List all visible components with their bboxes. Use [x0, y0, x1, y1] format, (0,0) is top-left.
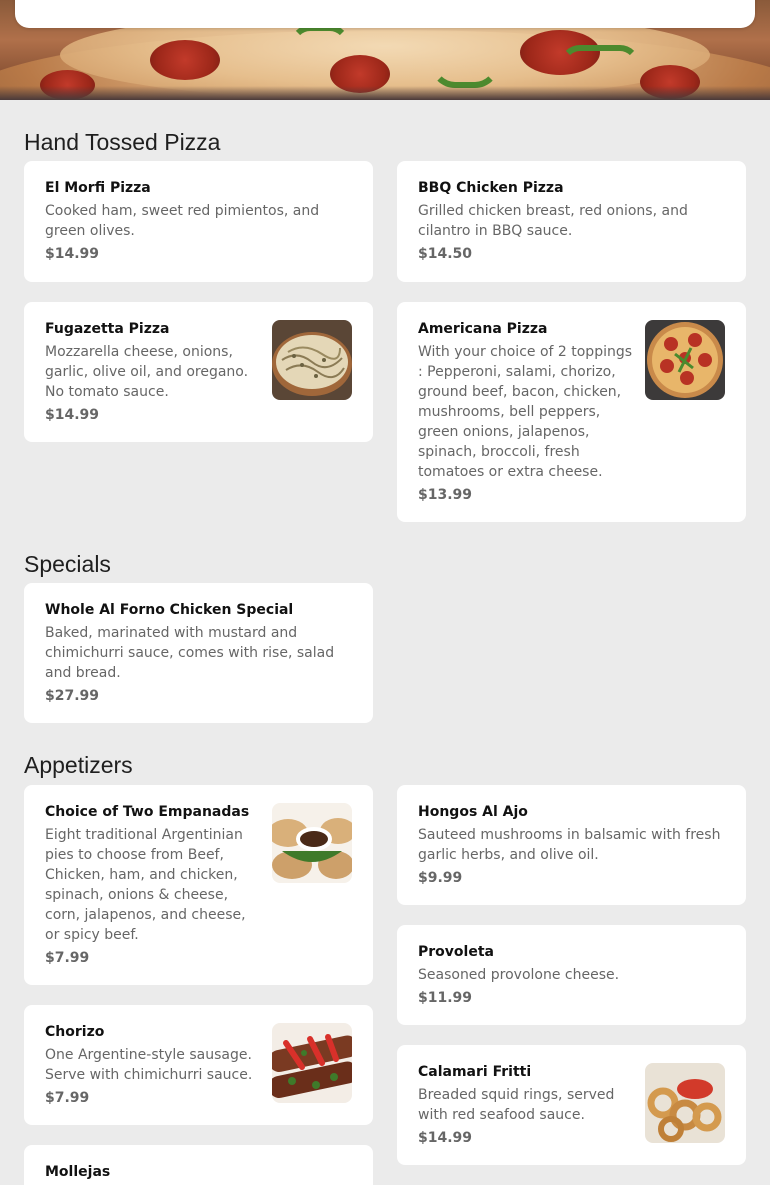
item-description: Grilled chicken breast, red onions, and …	[418, 203, 688, 239]
item-name: Provoleta	[418, 944, 494, 960]
item-description: One Argentine-style sausage. Serve with …	[45, 1047, 253, 1083]
item-price: $7.99	[45, 950, 90, 966]
section-title-specials: Specials	[24, 551, 111, 577]
item-name: Mollejas	[45, 1164, 111, 1180]
item-price: $14.99	[45, 407, 100, 423]
item-description: With your choice of 2 toppings : Peppero…	[418, 344, 633, 480]
item-description: Seasoned provolone cheese.	[418, 967, 620, 983]
item-description: Mozzarella cheese, onions, garlic, olive…	[45, 344, 249, 400]
item-description: Baked, marinated with mustard and chimic…	[45, 625, 335, 681]
item-price: $13.99	[418, 487, 473, 503]
item-name: Calamari Fritti	[418, 1064, 532, 1080]
menu-item-mollejas[interactable]: Mollejas	[24, 1145, 373, 1185]
menu-item-chorizo[interactable]: Chorizo One Argentine-style sausage. Ser…	[24, 1005, 373, 1125]
item-description: Eight traditional Argentinian pies to ch…	[45, 827, 246, 943]
item-price: $14.50	[418, 246, 473, 262]
section-title-hand-tossed-pizza: Hand Tossed Pizza	[24, 129, 221, 155]
item-name: Americana Pizza	[418, 321, 548, 337]
menu-item-provoleta[interactable]: Provoleta Seasoned provolone cheese. $11…	[397, 925, 746, 1025]
item-description: Sauteed mushrooms in balsamic with fresh…	[418, 827, 721, 863]
section-title-appetizers: Appetizers	[24, 752, 133, 778]
item-name: Choice of Two Empanadas	[45, 804, 250, 820]
item-price: $14.99	[45, 246, 100, 262]
pepperoni-pizza-photo	[645, 320, 725, 400]
fugazetta-pizza-photo	[272, 320, 352, 400]
item-name: Fugazetta Pizza	[45, 321, 170, 337]
item-price: $9.99	[418, 870, 463, 886]
item-name: Hongos Al Ajo	[418, 804, 528, 820]
item-description: Breaded squid rings, served with red sea…	[418, 1087, 615, 1123]
item-price: $11.99	[418, 990, 473, 1006]
item-price: $27.99	[45, 688, 100, 704]
item-price: $7.99	[45, 1090, 90, 1106]
menu-item-whole-al-forno-chicken-special[interactable]: Whole Al Forno Chicken Special Baked, ma…	[24, 583, 373, 723]
menu-item-americana-pizza[interactable]: Americana Pizza With your choice of 2 to…	[397, 302, 746, 522]
header-card	[15, 0, 755, 28]
chorizo-photo	[272, 1023, 352, 1103]
menu-item-fugazetta-pizza[interactable]: Fugazetta Pizza Mozzarella cheese, onion…	[24, 302, 373, 442]
item-name: Whole Al Forno Chicken Special	[45, 602, 294, 618]
empanadas-photo	[272, 803, 352, 883]
menu-item-calamari-fritti[interactable]: Calamari Fritti Breaded squid rings, ser…	[397, 1045, 746, 1165]
menu-item-el-morfi-pizza[interactable]: El Morfi Pizza Cooked ham, sweet red pim…	[24, 161, 373, 282]
item-price: $14.99	[418, 1130, 473, 1146]
item-name: Chorizo	[45, 1024, 105, 1040]
item-description: Cooked ham, sweet red pimientos, and gre…	[45, 203, 320, 239]
menu-item-bbq-chicken-pizza[interactable]: BBQ Chicken Pizza Grilled chicken breast…	[397, 161, 746, 282]
menu-item-choice-of-two-empanadas[interactable]: Choice of Two Empanadas Eight traditiona…	[24, 785, 373, 985]
item-name: El Morfi Pizza	[45, 180, 151, 196]
calamari-photo	[645, 1063, 725, 1143]
item-name: BBQ Chicken Pizza	[418, 180, 564, 196]
menu-item-hongos-al-ajo[interactable]: Hongos Al Ajo Sauteed mushrooms in balsa…	[397, 785, 746, 905]
